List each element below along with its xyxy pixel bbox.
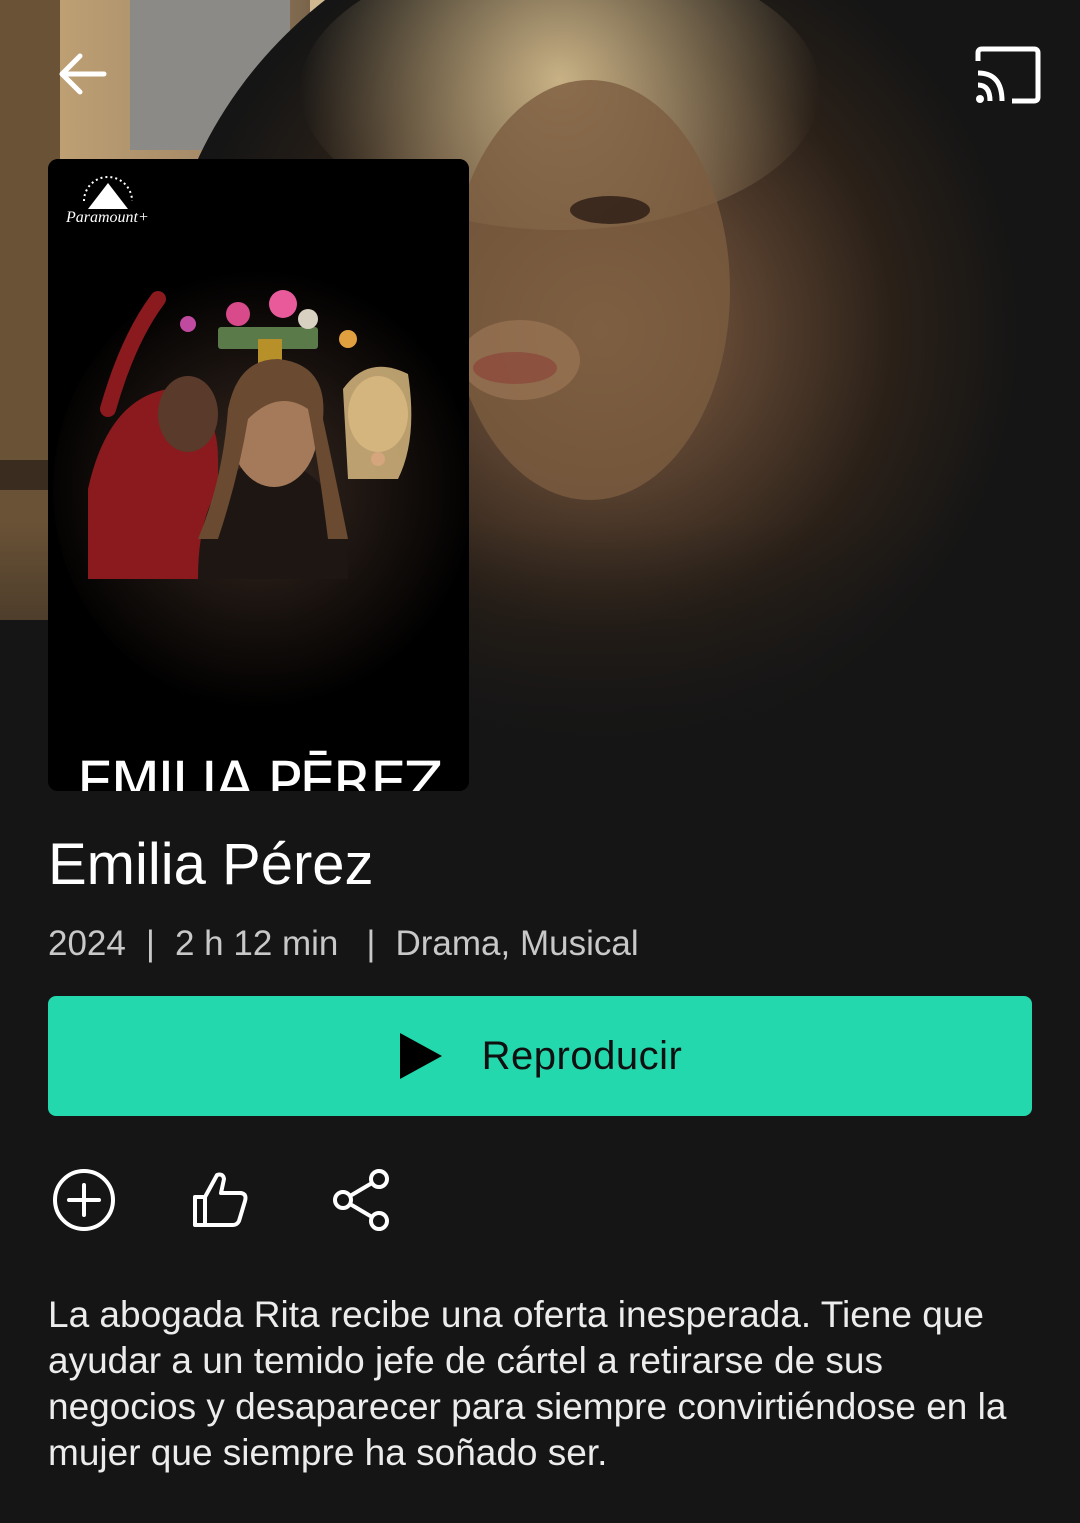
back-button[interactable] [50,42,114,106]
genres: Drama, Musical [395,924,639,963]
movie-metadata: 2024 | 2 h 12 min | Drama, Musical [48,920,639,968]
add-circle-icon [53,1169,115,1231]
thumbs-up-icon [193,1172,248,1227]
arrow-left-icon [59,53,107,95]
play-button-label: Reproducir [481,1033,683,1078]
add-to-list-button[interactable] [48,1160,120,1240]
release-year: 2024 [48,924,126,963]
meta-separator: | [145,924,155,963]
meta-separator: | [366,924,376,963]
duration: 2 h 12 min [174,924,339,963]
paramount-plus-logo: Paramount+ [66,209,149,226]
cast-icon [975,46,1041,104]
like-button[interactable] [184,1160,256,1240]
play-icon [398,1031,444,1081]
movie-description: La abogada Rita recibe una oferta inespe… [48,1294,1007,1473]
cast-button[interactable] [968,40,1048,110]
share-button[interactable] [326,1160,398,1240]
play-button[interactable]: Reproducir [48,996,1032,1116]
movie-poster[interactable]: Paramount+ EMILIA PĒREZ [48,159,469,791]
poster-artwork [48,159,469,791]
movie-title: Emilia Pérez [48,832,374,897]
share-icon [333,1169,389,1231]
action-bar [48,1160,398,1240]
poster-title-art: EMILIA PĒREZ [76,749,444,791]
